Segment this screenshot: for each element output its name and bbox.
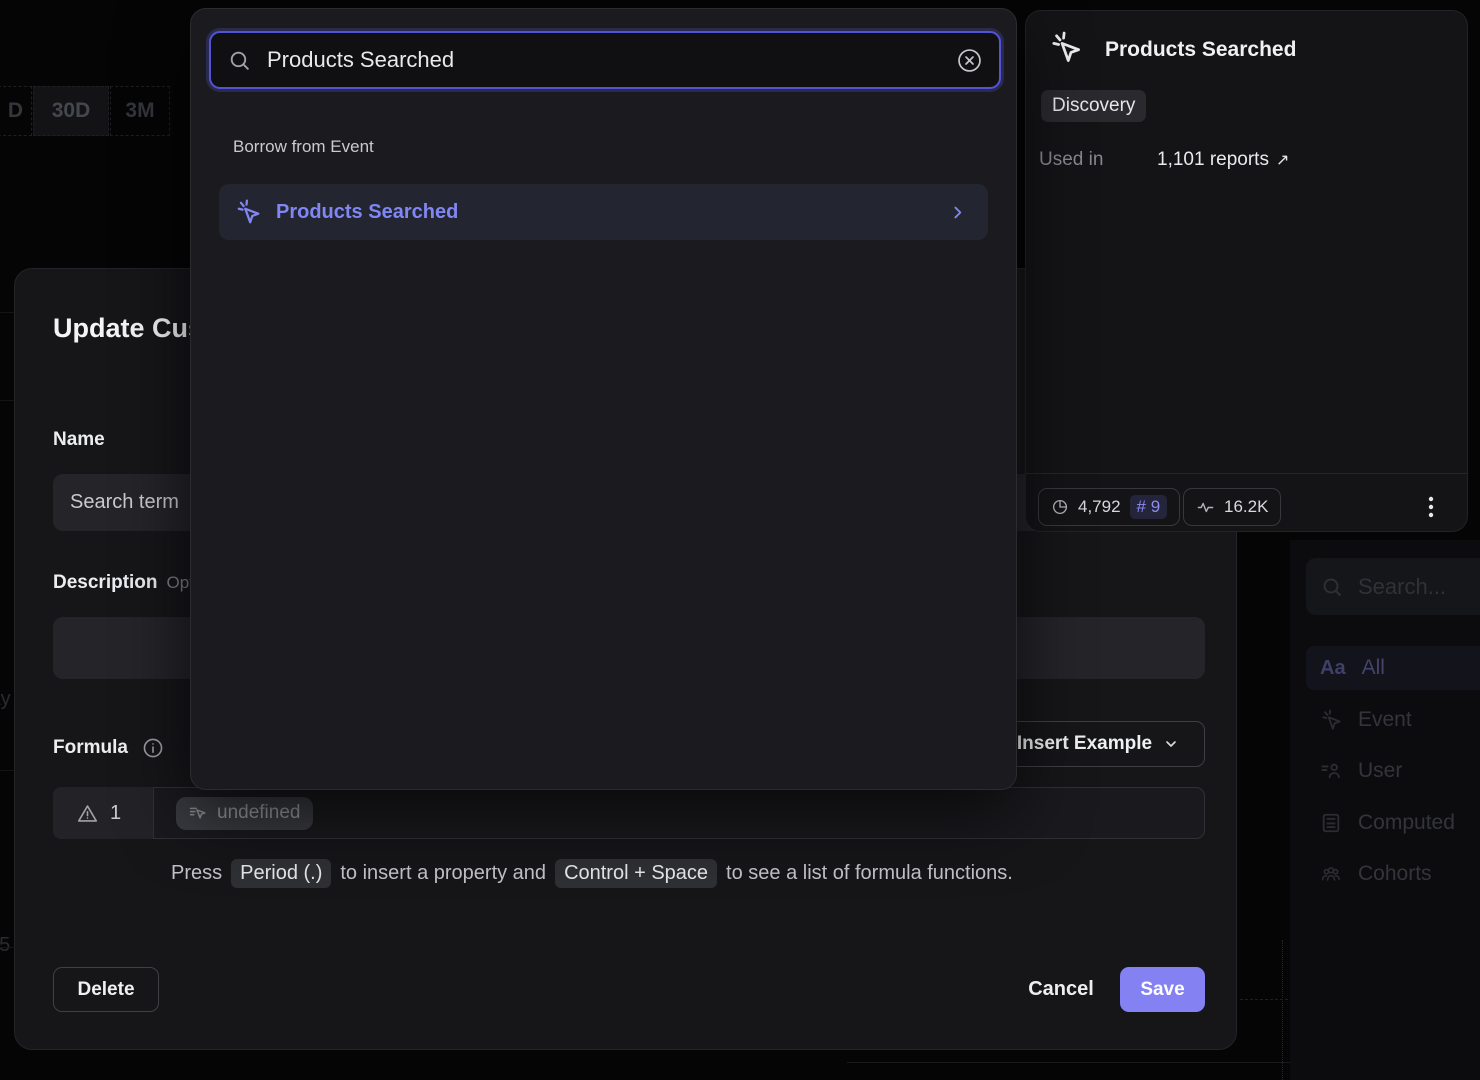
formula-label: Formula [53, 737, 128, 759]
volume-value: 16.2K [1224, 497, 1268, 517]
property-search-modal: Products Searched Borrow from Event Prod… [190, 8, 1017, 790]
cancel-button[interactable]: Cancel [1013, 967, 1109, 1012]
axis-label-fragment: 55 [0, 934, 10, 957]
chart-gridline [0, 770, 14, 771]
info-icon[interactable] [142, 737, 164, 759]
event-rank-badge: # 9 [1130, 495, 1168, 519]
sidebar-search-input: Search... [1306, 558, 1480, 615]
event-icon [1049, 31, 1082, 64]
sidebar-search-placeholder: Search... [1358, 574, 1446, 600]
time-range-label: D [8, 99, 23, 123]
delete-label: Delete [77, 979, 134, 1001]
formula-hint: Press Period (.) to insert a property an… [171, 859, 1013, 888]
save-label: Save [1140, 979, 1184, 1001]
sidebar-item-label: Computed [1358, 811, 1455, 835]
time-range-segment-30d: 30D [33, 86, 109, 136]
used-in-value: 1,101 reports [1157, 149, 1269, 171]
used-in-reports-link[interactable]: 1,101 reports ↗ [1157, 149, 1289, 171]
time-range-segment-3m: 3M [110, 86, 170, 136]
hint-text: to see a list of formula functions. [726, 862, 1013, 885]
save-button[interactable]: Save [1120, 967, 1205, 1012]
cancel-label: Cancel [1028, 978, 1094, 1001]
property-icon [189, 804, 208, 823]
card-title: Products Searched [1105, 38, 1296, 62]
time-range-segment-partial: D [0, 86, 32, 136]
chart-gridline [0, 400, 14, 401]
formula-token-chip[interactable]: undefined [176, 797, 313, 830]
delete-button[interactable]: Delete [53, 967, 159, 1012]
search-result-item[interactable]: Products Searched [219, 184, 988, 240]
sidebar-item-label: Cohorts [1358, 862, 1432, 886]
external-link-icon: ↗ [1276, 150, 1289, 170]
name-label: Name [53, 429, 105, 451]
hint-text: Press [171, 862, 222, 885]
section-label: Borrow from Event [233, 137, 374, 157]
aa-icon: Aa [1320, 657, 1346, 680]
chevron-down-icon [1163, 736, 1179, 752]
event-icon [235, 199, 261, 225]
search-input[interactable]: Products Searched [209, 31, 1001, 89]
formula-input[interactable]: undefined [153, 787, 1205, 839]
time-range-label: 3M [125, 99, 154, 123]
user-icon [1320, 760, 1342, 782]
insert-example-label: Insert Example [1017, 733, 1152, 755]
event-details-card: Products Searched Discovery Used in 1,10… [1025, 10, 1468, 532]
property-type-sidebar: Search... Aa All Event User Computed [1290, 540, 1480, 1080]
calculator-icon [1320, 812, 1342, 834]
insert-example-button[interactable]: Insert Example [991, 721, 1205, 767]
formula-label-row: Formula [53, 737, 164, 759]
hint-text: to insert a property and [340, 862, 546, 885]
category-badge: Discovery [1041, 90, 1146, 122]
search-query: Products Searched [267, 47, 941, 73]
chart-axis-line [1282, 940, 1283, 1080]
chart-gridline [0, 947, 14, 948]
sidebar-item-user: User [1306, 749, 1480, 793]
event-count-value: 4,792 [1078, 497, 1121, 517]
chart-gridline [0, 312, 14, 313]
sidebar-item-all: Aa All [1306, 646, 1480, 690]
clear-search-icon[interactable] [956, 47, 983, 74]
axis-label-fragment: lay [0, 688, 11, 711]
result-label: Products Searched [276, 201, 934, 224]
warning-icon [77, 803, 98, 824]
app-screen: D 30D 3M lay 55 Search... Aa All Event [0, 0, 1480, 1080]
formula-token-label: undefined [217, 802, 300, 824]
description-label: Description [53, 572, 158, 594]
search-icon [1320, 575, 1344, 599]
chart-axis-line [1240, 999, 1288, 1000]
card-footer-divider [1026, 473, 1467, 474]
activity-icon [1196, 498, 1215, 517]
more-menu-icon[interactable] [1421, 491, 1441, 523]
used-in-label: Used in [1039, 149, 1103, 171]
volume-chip: 16.2K [1183, 488, 1281, 526]
sidebar-item-cohorts: Cohorts [1306, 852, 1480, 896]
chevron-right-icon [949, 204, 966, 221]
error-count: 1 [110, 802, 121, 825]
kbd-control-space: Control + Space [555, 859, 717, 888]
event-count-chip: 4,792 # 9 [1038, 488, 1180, 526]
sidebar-item-computed: Computed [1306, 801, 1480, 845]
search-icon [227, 48, 252, 73]
sidebar-item-label: User [1358, 759, 1402, 783]
name-value: Search term [70, 491, 179, 514]
event-icon [1320, 709, 1342, 731]
cohorts-icon [1320, 863, 1342, 885]
pie-chart-icon [1051, 498, 1069, 516]
sidebar-item-event: Event [1306, 698, 1480, 742]
sidebar-item-label: Event [1358, 708, 1412, 732]
formula-error-gutter: 1 [53, 787, 153, 839]
time-range-label: 30D [52, 99, 91, 123]
sidebar-item-label: All [1362, 656, 1385, 680]
kbd-period: Period (.) [231, 859, 331, 888]
